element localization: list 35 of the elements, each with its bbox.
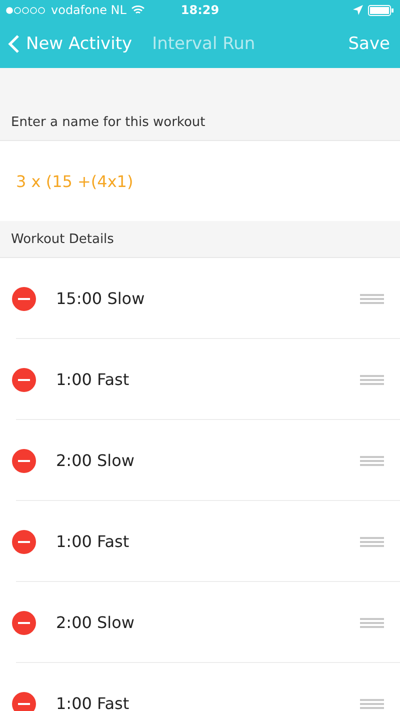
reorder-handle-icon[interactable] xyxy=(360,536,384,546)
interval-label: 2:00 Slow xyxy=(56,613,136,632)
remove-button[interactable] xyxy=(12,692,36,711)
remove-button[interactable] xyxy=(12,610,36,634)
reorder-handle-icon[interactable] xyxy=(360,294,384,304)
minus-icon xyxy=(18,460,30,462)
minus-icon xyxy=(18,622,30,624)
minus-icon xyxy=(18,540,30,542)
interval-label: 1:00 Fast xyxy=(56,694,130,711)
interval-label: 1:00 Fast xyxy=(56,370,130,389)
minus-icon xyxy=(18,702,30,704)
interval-label: 2:00 Slow xyxy=(56,451,136,470)
minus-icon xyxy=(18,298,30,300)
battery-icon xyxy=(368,4,394,16)
chevron-left-icon xyxy=(8,34,20,54)
location-arrow-icon xyxy=(353,5,364,15)
interval-label: 15:00 Slow xyxy=(56,289,146,308)
back-button[interactable]: New Activity xyxy=(8,34,132,54)
wifi-icon xyxy=(131,5,146,15)
remove-button[interactable] xyxy=(12,286,36,310)
workout-name-field[interactable]: 3 x (15 +(4x1) xyxy=(0,141,400,221)
save-button[interactable]: Save xyxy=(348,34,390,54)
carrier-name: vodafone NL xyxy=(51,3,126,17)
reorder-handle-icon[interactable] xyxy=(360,456,384,466)
remove-button[interactable] xyxy=(12,530,36,554)
signal-icon xyxy=(6,6,46,14)
clock-time: 18:29 xyxy=(180,3,220,17)
screen-title: Interval Run xyxy=(152,34,256,54)
reorder-handle-icon[interactable] xyxy=(360,698,384,708)
reorder-handle-icon[interactable] xyxy=(360,618,384,628)
interval-label: 1:00 Fast xyxy=(56,532,130,551)
reorder-handle-icon[interactable] xyxy=(360,374,384,384)
remove-button[interactable] xyxy=(12,368,36,392)
minus-icon xyxy=(18,378,30,380)
remove-button[interactable] xyxy=(12,448,36,472)
